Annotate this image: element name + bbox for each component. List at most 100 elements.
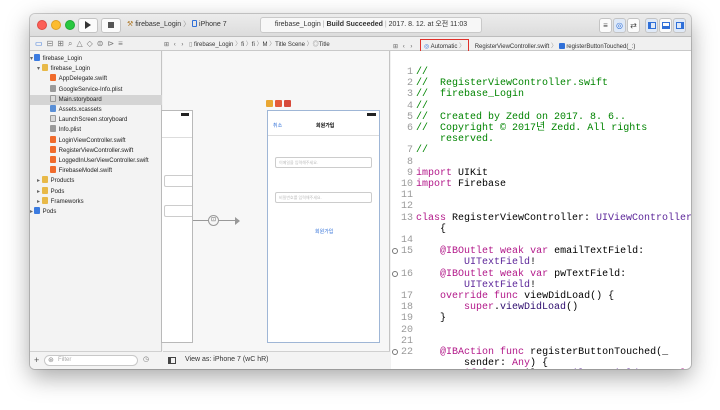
navigator-item[interactable]: RegisterViewController.swift xyxy=(30,145,162,156)
code-line[interactable]: 13 class RegisterViewController: UIViewCo… xyxy=(391,213,691,224)
scheme-selector[interactable]: ⚒ firebase_Login 〉 iPhone 7 xyxy=(127,19,227,29)
filter-field[interactable]: ⊛ Filter xyxy=(44,355,138,366)
run-button[interactable] xyxy=(78,18,98,33)
source-editor[interactable]: 1//2// RegisterViewController.swift 3// f… xyxy=(391,51,691,369)
code-line[interactable]: 8 xyxy=(391,157,691,168)
align-icon: ≡ xyxy=(603,21,608,30)
code-line[interactable]: { xyxy=(391,224,691,235)
forward-arrow-icon[interactable]: › xyxy=(181,42,183,48)
zoom-window-button[interactable] xyxy=(65,20,75,30)
back-arrow-icon[interactable]: ‹ xyxy=(174,42,176,48)
scene-dock[interactable] xyxy=(266,100,296,110)
navigator-item[interactable]: GoogleService-Info.plist xyxy=(30,84,162,95)
disclosure-triangle-icon[interactable]: ▸ xyxy=(30,207,33,217)
storyboard-canvas[interactable]: ⊡ 취소 회원가입 이메일을 입력해주세요. 비밀번호를 입력해주세요. 회원가… xyxy=(161,51,390,369)
navigator-item-label: LoginViewController.swift xyxy=(58,137,126,144)
register-pw-field[interactable]: 비밀번호를 입력해주세요. xyxy=(275,192,372,203)
segue-icon[interactable]: ⊡ xyxy=(208,215,219,226)
minimize-window-button[interactable] xyxy=(51,20,61,30)
code-line[interactable]: reserved. xyxy=(391,134,691,145)
standard-editor-button[interactable]: ≡ xyxy=(599,18,612,33)
code-line[interactable]: 9 import UIKit xyxy=(391,168,691,179)
assistant-editor-button[interactable]: ◎ xyxy=(613,18,626,33)
back-arrow-icon[interactable]: ‹ xyxy=(403,44,405,50)
navigator-item[interactable]: ▸ Frameworks xyxy=(30,196,162,207)
code-line[interactable]: 1// xyxy=(391,67,691,78)
code-line[interactable]: 6// Copyright © 2017년 Zedd. All rights xyxy=(391,123,691,134)
jump-file[interactable]: fi xyxy=(252,42,255,48)
code-line[interactable]: sender: Any) { xyxy=(391,358,691,369)
navigator-item[interactable]: FirebaseModel.swift xyxy=(30,166,162,176)
add-icon[interactable]: + xyxy=(34,355,39,365)
debug-toggle-button[interactable] xyxy=(659,18,672,33)
navigator-item[interactable]: LoginViewController.swift xyxy=(30,135,162,146)
recent-files-icon[interactable]: ◷ xyxy=(143,355,149,363)
utilities-toggle-button[interactable] xyxy=(673,18,686,33)
disclosure-triangle-icon[interactable]: ▾ xyxy=(30,54,33,64)
code-line[interactable]: 12 xyxy=(391,201,691,212)
navigator-item[interactable]: ▾ firebase_Login xyxy=(30,64,162,74)
code-line[interactable]: UITextField! xyxy=(391,280,691,291)
code-line[interactable]: 2// RegisterViewController.swift xyxy=(391,78,691,89)
navigator-item[interactable]: Assets.xcassets xyxy=(30,105,162,115)
navigator-item[interactable]: Main.storyboard xyxy=(30,94,162,105)
code-line[interactable]: 16 @IBOutlet weak var pwTextField: xyxy=(391,269,691,280)
register-nav-title: 회원가입 xyxy=(316,123,335,129)
navigator-item[interactable]: ▸ Pods xyxy=(30,207,162,217)
code-line[interactable]: 17 override func viewDidLoad() { xyxy=(391,291,691,302)
login-email-field[interactable] xyxy=(164,175,192,187)
register-email-field[interactable]: 이메일을 입력해주세요. xyxy=(275,157,372,168)
code-line[interactable]: 3// firebase_Login xyxy=(391,89,691,100)
code-line[interactable]: 10 import Firebase xyxy=(391,179,691,190)
code-line[interactable]: 14 xyxy=(391,235,691,246)
stop-button[interactable] xyxy=(101,18,121,33)
navigator-item[interactable]: ▾ firebase_Login xyxy=(30,54,162,64)
navigator-item[interactable]: LoggedInUserViewController.swift xyxy=(30,156,162,166)
asset-icon xyxy=(49,105,56,112)
version-editor-button[interactable]: ⇄ xyxy=(627,18,640,33)
code-line[interactable]: 7// xyxy=(391,145,691,156)
disclosure-triangle-icon[interactable]: ▸ xyxy=(30,187,40,197)
navigator-selector-bar[interactable]: ▭⊟⊞⌕△◇⊜⊳≡ xyxy=(35,39,127,49)
navigator-toggle-button[interactable] xyxy=(645,18,658,33)
right-panel-icon xyxy=(675,22,684,29)
jump-base[interactable]: M xyxy=(262,42,267,48)
code-line[interactable]: 18 super.viewDidLoad() xyxy=(391,302,691,313)
code-line[interactable]: 20 xyxy=(391,325,691,336)
code-line[interactable]: UITextField! xyxy=(391,257,691,268)
jump-folder[interactable]: fi xyxy=(241,42,244,48)
jump-title[interactable]: Title xyxy=(319,42,330,48)
close-window-button[interactable] xyxy=(37,20,47,30)
disclosure-triangle-icon[interactable]: ▸ xyxy=(30,197,40,207)
cancel-bar-button[interactable]: 취소 xyxy=(273,122,282,129)
document-outline-icon[interactable] xyxy=(168,357,176,364)
navigator-item[interactable]: LaunchScreen.storyboard xyxy=(30,115,162,125)
code-token: func xyxy=(494,291,519,302)
editor-file[interactable]: RegisterViewController.swift xyxy=(475,44,550,50)
code-line[interactable]: 4// xyxy=(391,101,691,112)
register-scene[interactable]: 취소 회원가입 이메일을 입력해주세요. 비밀번호를 입력해주세요. 회원가입 xyxy=(267,110,380,343)
navigator-item[interactable]: Info.plist xyxy=(30,125,162,135)
code-line[interactable]: 21 xyxy=(391,336,691,347)
code-line[interactable]: 5// Created by Zedd on 2017. 8. 6.. xyxy=(391,112,691,123)
navigator-item[interactable]: AppDelegate.swift xyxy=(30,74,162,84)
login-pw-field[interactable] xyxy=(164,205,192,217)
bottom-panel-icon xyxy=(661,22,670,29)
editor-method[interactable]: registerButtonTouched(_:) xyxy=(566,44,635,50)
code-text: // xyxy=(416,67,428,78)
navigator-item[interactable]: ▸ Products xyxy=(30,176,162,186)
canvas-jump-bar[interactable]: ⊞ ‹ › ▯ firebase_Login 〉fi 〉fi 〉M 〉Title… xyxy=(164,39,330,48)
navigator-item[interactable]: ▸ Pods xyxy=(30,186,162,197)
code-line[interactable]: 11 xyxy=(391,190,691,201)
register-button[interactable]: 회원가입 xyxy=(315,228,333,235)
code-line[interactable]: 15 @IBOutlet weak var emailTextField: xyxy=(391,246,691,257)
code-line[interactable]: 22 @IBAction func registerButtonTouched(… xyxy=(391,347,691,358)
disclosure-triangle-icon[interactable]: ▸ xyxy=(30,176,40,186)
view-as-label[interactable]: View as: iPhone 7 (wC hR) xyxy=(185,356,269,363)
login-scene[interactable] xyxy=(161,110,193,343)
forward-arrow-icon[interactable]: › xyxy=(410,44,412,50)
code-line[interactable]: 19 } xyxy=(391,313,691,324)
disclosure-triangle-icon[interactable]: ▾ xyxy=(30,64,40,74)
jump-scene[interactable]: Title Scene xyxy=(275,42,305,48)
jump-project[interactable]: firebase_Login xyxy=(194,42,233,48)
